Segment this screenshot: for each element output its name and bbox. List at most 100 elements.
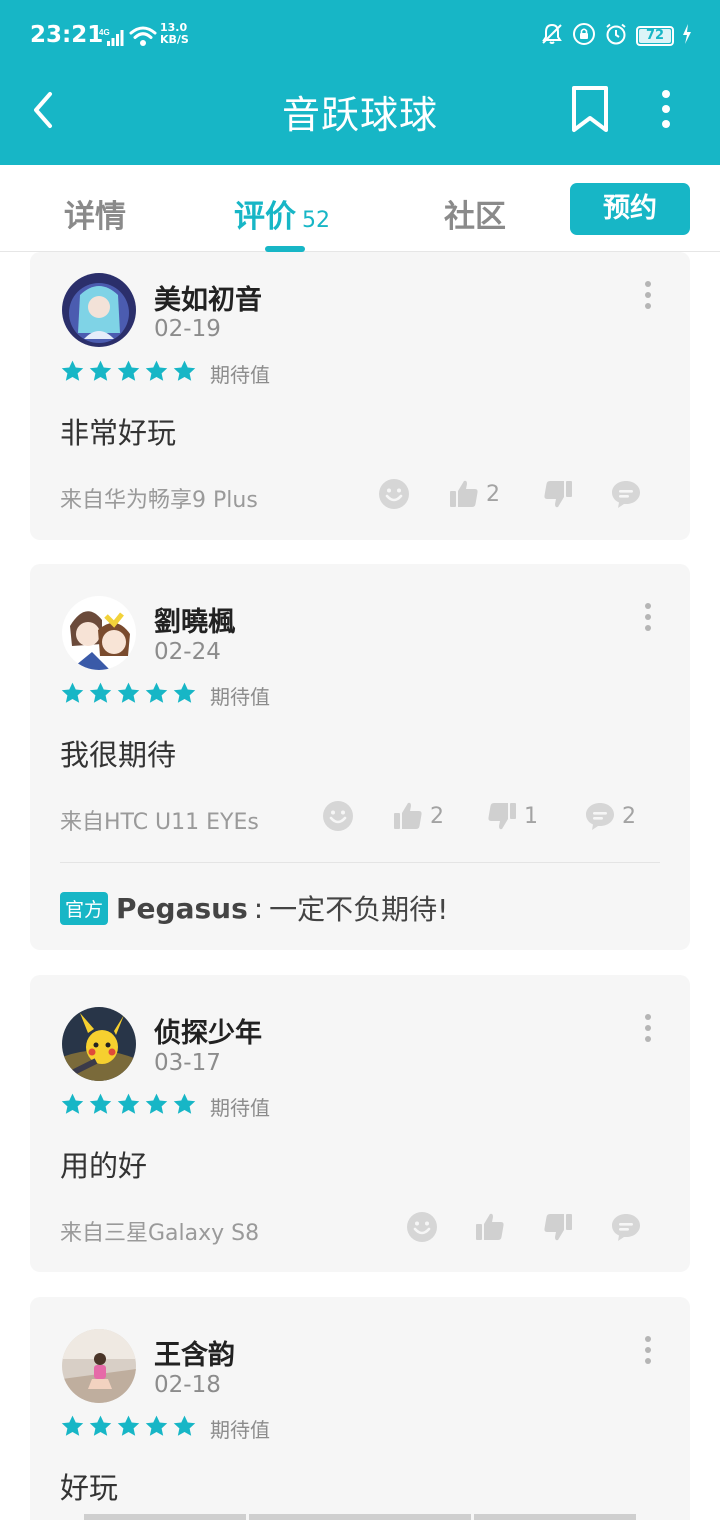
review-username: 王含韵 — [154, 1340, 235, 1371]
like-button[interactable] — [474, 1211, 506, 1243]
star-icon — [116, 1092, 141, 1117]
more-vertical-icon — [662, 90, 670, 128]
review-card: 劉曉楓 02-24 期待值 我很期待 来自HTC U11 EYEs 2 1 2 … — [30, 564, 690, 950]
rating-label: 期待值 — [210, 1418, 270, 1442]
review-image-thumbnail[interactable] — [84, 1514, 246, 1520]
avatar[interactable] — [62, 1329, 136, 1403]
battery-level: 72 — [639, 29, 671, 43]
battery-icon: 72 — [636, 26, 674, 46]
comment-count: 2 — [622, 803, 636, 829]
review-more-icon[interactable] — [640, 1013, 656, 1043]
star-icon — [144, 1092, 169, 1117]
back-button[interactable] — [20, 86, 68, 134]
like-count: 2 — [486, 481, 500, 507]
star-icon — [88, 1092, 113, 1117]
comment-icon — [584, 800, 616, 832]
tab-community[interactable]: 社区 — [444, 191, 506, 236]
reserve-button[interactable]: 预约 — [570, 183, 690, 235]
rating-stars — [60, 359, 197, 384]
network-type-label: 4G — [99, 28, 110, 37]
avatar[interactable] — [62, 1007, 136, 1081]
review-text: 我很期待 — [60, 738, 177, 772]
review-device: 来自三星Galaxy S8 — [60, 1221, 260, 1246]
network-speed: 13.0 KB/S — [160, 22, 189, 46]
star-icon — [60, 1092, 85, 1117]
thumbs-up-icon — [392, 800, 424, 832]
official-reply[interactable]: 官方 Pegasus : 一定不负期待! — [60, 888, 448, 928]
dislike-button[interactable] — [542, 478, 574, 510]
star-icon — [116, 359, 141, 384]
review-card: 美如初音 02-19 期待值 非常好玩 来自华为畅享9 Plus 2 — [30, 252, 690, 540]
review-date: 02-19 — [154, 316, 221, 342]
thumbs-down-icon — [486, 800, 518, 832]
star-icon — [88, 681, 113, 706]
thumbs-up-icon — [448, 478, 480, 510]
star-icon — [144, 359, 169, 384]
review-text: 好玩 — [60, 1471, 119, 1505]
charging-icon — [682, 24, 692, 48]
emoji-reaction-button[interactable] — [406, 1211, 438, 1243]
star-icon — [172, 359, 197, 384]
review-username: 侦探少年 — [154, 1018, 262, 1049]
rating-label: 期待值 — [210, 363, 270, 387]
rating-stars — [60, 1092, 197, 1117]
reply-separator: : — [253, 891, 264, 925]
star-icon — [144, 1414, 169, 1439]
comment-button[interactable] — [610, 478, 642, 510]
review-more-icon[interactable] — [640, 280, 656, 310]
review-date: 02-18 — [154, 1372, 221, 1398]
comment-icon — [610, 1211, 642, 1243]
alarm-icon — [604, 22, 628, 50]
star-icon — [88, 359, 113, 384]
bookmark-button[interactable] — [566, 84, 614, 136]
review-card: 侦探少年 03-17 期待值 用的好 来自三星Galaxy S8 — [30, 975, 690, 1272]
more-options-button[interactable] — [642, 86, 690, 134]
emoji-reaction-button[interactable] — [378, 478, 410, 510]
dislike-count: 1 — [524, 803, 538, 829]
dislike-button[interactable]: 1 — [486, 800, 538, 832]
star-icon — [116, 681, 141, 706]
rating-stars — [60, 681, 197, 706]
emoji-reaction-button[interactable] — [322, 800, 354, 832]
star-icon — [144, 681, 169, 706]
tab-reviews[interactable]: 评价 52 — [234, 191, 330, 236]
review-image-thumbnail[interactable] — [249, 1514, 471, 1520]
review-card: 王含韵 02-18 期待值 好玩 — [30, 1297, 690, 1520]
network-speed-unit: KB/S — [160, 33, 189, 46]
signal-icon: 4G — [99, 27, 125, 51]
smile-icon — [322, 800, 354, 832]
review-username: 劉曉楓 — [154, 607, 235, 638]
wifi-icon — [129, 24, 157, 52]
thumbs-down-icon — [542, 1211, 574, 1243]
official-badge: 官方 — [60, 891, 109, 925]
top-bar: 23:21 4G 13.0 KB/S 72 音跃球球 — [0, 0, 720, 165]
review-more-icon[interactable] — [640, 1335, 656, 1365]
back-arrow-icon — [34, 92, 52, 128]
status-time: 23:21 — [30, 22, 104, 48]
like-button[interactable]: 2 — [392, 800, 444, 832]
mute-icon — [540, 22, 564, 50]
comment-icon — [610, 478, 642, 510]
tab-reviews-label: 评价 — [234, 199, 296, 235]
like-button[interactable]: 2 — [448, 478, 500, 510]
star-icon — [172, 681, 197, 706]
review-device: 来自HTC U11 EYEs — [60, 810, 259, 835]
star-icon — [60, 1414, 85, 1439]
review-username: 美如初音 — [154, 285, 262, 316]
comment-button[interactable]: 2 — [584, 800, 636, 832]
avatar[interactable] — [62, 596, 136, 670]
review-date: 03-17 — [154, 1050, 221, 1076]
review-more-icon[interactable] — [640, 602, 656, 632]
dislike-button[interactable] — [542, 1211, 574, 1243]
review-image-thumbnail[interactable] — [474, 1514, 636, 1520]
comment-button[interactable] — [610, 1211, 642, 1243]
review-text: 非常好玩 — [60, 416, 177, 450]
avatar[interactable] — [62, 273, 136, 347]
smile-icon — [406, 1211, 438, 1243]
review-text: 用的好 — [60, 1149, 148, 1183]
rating-stars — [60, 1414, 197, 1439]
smile-icon — [378, 478, 410, 510]
star-icon — [116, 1414, 141, 1439]
status-icons: 72 — [540, 22, 692, 50]
tab-details[interactable]: 详情 — [64, 191, 126, 236]
